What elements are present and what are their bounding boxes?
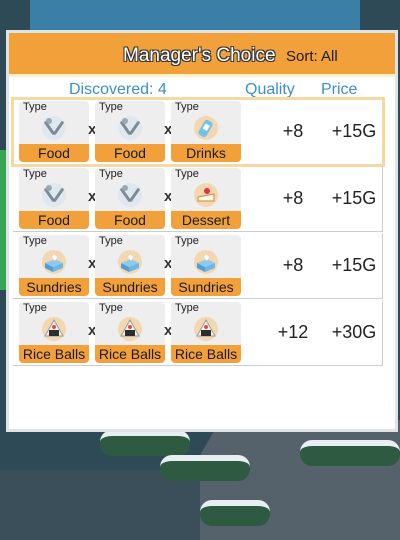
slot-type-label: Type <box>23 101 47 113</box>
slot-category-label: Food <box>19 144 89 162</box>
hedge <box>160 455 250 481</box>
rice-ball-icon <box>39 314 69 344</box>
rice-ball-icon <box>191 314 221 344</box>
tissue-box-icon <box>115 247 145 277</box>
slot-category-label: Food <box>95 144 165 162</box>
slot-category-label: Rice Balls <box>19 345 89 363</box>
fork-spoon-icon <box>39 113 69 143</box>
fork-spoon-icon <box>39 180 69 210</box>
combo-slot: Type Food <box>19 101 89 162</box>
panel-header: Manager's Choice Sort: All <box>9 33 395 77</box>
quality-value: +8 <box>282 121 304 141</box>
slot-type-label: Type <box>99 168 123 180</box>
slot-type-label: Type <box>175 302 199 314</box>
slot-category-label: Rice Balls <box>95 345 165 363</box>
combo-slot: Type Drinks <box>171 101 241 162</box>
combo-slot: Type Sundries <box>19 235 89 296</box>
slot-category-label: Food <box>95 211 165 229</box>
building-roof <box>30 0 360 34</box>
price-value: +15G <box>331 188 377 208</box>
combo-slot: Type Rice Balls <box>19 302 89 363</box>
combo-row[interactable]: Type Food x Type Food x Type Drinks +8 +15G <box>11 97 385 167</box>
combo-slot: Type Sundries <box>95 235 165 296</box>
slot-type-label: Type <box>23 302 47 314</box>
slot-category-label: Sundries <box>19 278 89 296</box>
slot-type-label: Type <box>175 168 199 180</box>
sort-button[interactable]: Sort: All <box>286 48 338 65</box>
hedge <box>100 430 190 456</box>
combo-row[interactable]: Type Sundries x Type Sundries x Type Sundries +8… <box>13 233 383 299</box>
price-value: +15G <box>331 121 377 141</box>
hedge <box>300 440 400 466</box>
combo-slot: Type Food <box>19 168 89 229</box>
price-header: Price <box>321 81 358 98</box>
slot-category-label: Rice Balls <box>171 345 241 363</box>
quality-value: +8 <box>282 188 304 208</box>
drink-icon <box>191 113 221 143</box>
slot-type-label: Type <box>23 235 47 247</box>
discovered-count: Discovered: 4 <box>69 81 167 98</box>
price-value: +15G <box>331 255 377 275</box>
column-headers: Discovered: 4 Quality Price <box>9 79 395 99</box>
quality-value: +8 <box>282 255 304 275</box>
combo-slot: Type Sundries <box>171 235 241 296</box>
managers-choice-panel: Manager's Choice Sort: All Discovered: 4… <box>6 30 398 432</box>
combo-slot: Type Rice Balls <box>171 302 241 363</box>
slot-type-label: Type <box>175 235 199 247</box>
slot-type-label: Type <box>23 168 47 180</box>
cake-icon <box>191 180 221 210</box>
rice-ball-icon <box>115 314 145 344</box>
slot-category-label: Drinks <box>171 144 241 162</box>
fork-spoon-icon <box>115 180 145 210</box>
quality-value: +12 <box>277 322 309 342</box>
slot-category-label: Sundries <box>95 278 165 296</box>
slot-category-label: Sundries <box>171 278 241 296</box>
combo-list: Type Food x Type Food x Type Drinks +8 +15G Type Fo… <box>11 97 385 367</box>
quality-header: Quality <box>245 81 295 98</box>
combo-slot: Type Rice Balls <box>95 302 165 363</box>
combo-slot: Type Food <box>95 168 165 229</box>
slot-type-label: Type <box>175 101 199 113</box>
panel-title: Manager's Choice <box>123 45 276 66</box>
fork-spoon-icon <box>115 113 145 143</box>
combo-row[interactable]: Type Rice Balls x Type Rice Balls x Type Rice B… <box>13 300 383 366</box>
tissue-box-icon <box>39 247 69 277</box>
slot-type-label: Type <box>99 101 123 113</box>
slot-category-label: Dessert <box>171 211 241 229</box>
combo-slot: Type Dessert <box>171 168 241 229</box>
slot-type-label: Type <box>99 302 123 314</box>
tissue-box-icon <box>191 247 221 277</box>
price-value: +30G <box>331 322 377 342</box>
slot-type-label: Type <box>99 235 123 247</box>
hedge <box>200 500 270 526</box>
combo-row[interactable]: Type Food x Type Food x Type Dessert +8 +15G <box>13 166 383 232</box>
slot-category-label: Food <box>19 211 89 229</box>
combo-slot: Type Food <box>95 101 165 162</box>
